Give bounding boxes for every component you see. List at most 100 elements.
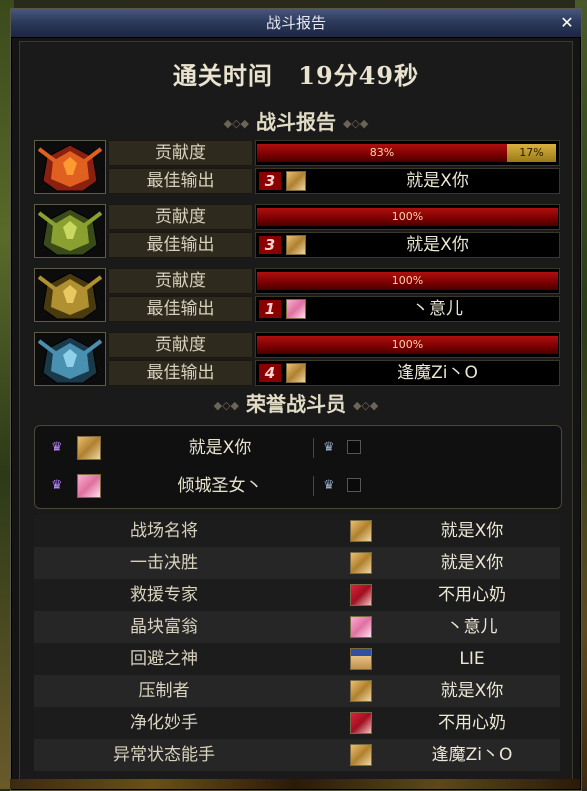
battle-report-heading: ◆◇◆ 战斗报告 ◆◇◆ bbox=[20, 106, 572, 134]
blonde-face-icon bbox=[350, 744, 372, 766]
crown-purple-icon: ♛ bbox=[51, 440, 63, 455]
diamond-icon: ◆◇◆ bbox=[223, 117, 250, 130]
award-title: 晶块富翁 bbox=[130, 617, 198, 637]
best-output-player: 逢魔Zi丶O bbox=[397, 363, 478, 383]
contribution-bar: 100% bbox=[257, 272, 558, 290]
pink-hair-face-icon bbox=[350, 616, 372, 638]
green-boss-icon bbox=[34, 204, 106, 258]
award-title: 救援专家 bbox=[130, 585, 198, 605]
diamond-icon: ◆◇◆ bbox=[352, 399, 379, 412]
rank-badge: 3 bbox=[259, 172, 281, 190]
blonde-face-icon bbox=[77, 436, 101, 460]
pink-hair-face-icon bbox=[286, 299, 306, 319]
best-output-player: 就是X你 bbox=[406, 171, 469, 191]
boss-report-row: 贡献度 100% 最佳输出 3 就是X你 bbox=[34, 204, 560, 258]
best-output-player: 丶意儿 bbox=[412, 299, 463, 319]
battle-report-window: 战斗报告 ✕ 通关时间 19分49秒 ◆◇◆ 战斗报告 ◆◇◆ 贡献度 83% 1… bbox=[10, 8, 582, 791]
contribution-bar: 100% bbox=[257, 336, 558, 354]
best-output-box: 3 就是X你 bbox=[255, 232, 560, 258]
best-output-label: 最佳输出 bbox=[108, 360, 253, 386]
close-icon[interactable]: ✕ bbox=[557, 13, 577, 33]
honor-panel: ♛ 就是X你 ♛ ♛ 倾城圣女丶 ♛ bbox=[34, 425, 562, 509]
boss-report-row: 贡献度 83% 17% 最佳输出 3 就是X你 bbox=[34, 140, 560, 194]
contribution-label: 贡献度 bbox=[108, 332, 253, 358]
contribution-bar-track: 100% bbox=[255, 268, 560, 294]
award-title: 一击决胜 bbox=[130, 553, 198, 573]
award-row: 晶块富翁 丶意儿 bbox=[34, 611, 560, 643]
award-player: 就是X你 bbox=[440, 521, 504, 541]
award-player: 就是X你 bbox=[440, 681, 504, 701]
blue-boss-icon bbox=[34, 332, 106, 386]
award-player: 就是X你 bbox=[440, 553, 504, 573]
diamond-icon: ◆◇◆ bbox=[342, 117, 369, 130]
blonde-face-icon bbox=[286, 171, 306, 191]
best-output-label: 最佳输出 bbox=[108, 296, 253, 322]
honor-heading-text: 荣誉战斗员 bbox=[246, 392, 346, 416]
contribution-bar: 83% bbox=[257, 144, 507, 162]
award-row: 战场名将 就是X你 bbox=[34, 515, 560, 547]
award-title: 压制者 bbox=[138, 681, 190, 701]
contribution-label: 贡献度 bbox=[108, 268, 253, 294]
contribution-bar-track: 100% bbox=[255, 204, 560, 230]
clear-time-label: 通关时间 bbox=[172, 61, 273, 90]
crown-purple-icon: ♛ bbox=[51, 478, 63, 493]
honor-heading: ◆◇◆ 荣誉战斗员 ◆◇◆ bbox=[20, 388, 572, 416]
contribution-bar-secondary: 17% bbox=[507, 144, 556, 162]
award-row: 一击决胜 就是X你 bbox=[34, 547, 560, 579]
best-output-box: 4 逢魔Zi丶O bbox=[255, 360, 560, 386]
blonde-face-icon bbox=[286, 235, 306, 255]
award-title: 异常状态能手 bbox=[113, 745, 215, 765]
clear-time-value: 19分49秒 bbox=[298, 61, 420, 90]
award-title: 战场名将 bbox=[130, 521, 198, 541]
red-hair-face-icon bbox=[350, 584, 372, 606]
vote-checkbox[interactable] bbox=[347, 478, 361, 492]
red-hair-face-icon bbox=[350, 712, 372, 734]
award-row: 救援专家 不用心奶 bbox=[34, 579, 560, 611]
best-output-box: 1 丶意儿 bbox=[255, 296, 560, 322]
honor-row: ♛ 倾城圣女丶 ♛ bbox=[35, 468, 561, 504]
contribution-label: 贡献度 bbox=[108, 140, 253, 166]
boss-report-row: 贡献度 100% 最佳输出 4 逢魔Zi丶O bbox=[34, 332, 560, 386]
blue-headband-face-icon bbox=[350, 648, 372, 670]
vote-checkbox[interactable] bbox=[347, 440, 361, 454]
award-row: 异常状态能手 逢魔Zi丶O bbox=[34, 739, 560, 771]
award-player: 丶意儿 bbox=[446, 617, 498, 637]
award-player: 逢魔Zi丶O bbox=[431, 745, 513, 765]
boss-report-row: 贡献度 100% 最佳输出 1 丶意儿 bbox=[34, 268, 560, 322]
gold-boss-icon bbox=[34, 268, 106, 322]
award-title: 净化妙手 bbox=[130, 713, 198, 733]
clear-time-row: 通关时间 19分49秒 bbox=[20, 56, 572, 94]
blonde-face-icon bbox=[350, 552, 372, 574]
window-titlebar[interactable]: 战斗报告 ✕ bbox=[11, 9, 581, 38]
crown-blue-icon: ♛ bbox=[323, 478, 335, 493]
award-row: 压制者 就是X你 bbox=[34, 675, 560, 707]
red-boss-icon bbox=[34, 140, 106, 194]
crown-blue-icon: ♛ bbox=[323, 440, 335, 455]
report-panel: 通关时间 19分49秒 ◆◇◆ 战斗报告 ◆◇◆ 贡献度 83% 17% 最佳输出… bbox=[19, 41, 573, 788]
best-output-label: 最佳输出 bbox=[108, 168, 253, 194]
divider bbox=[313, 438, 314, 458]
honor-player-name: 就是X你 bbox=[188, 438, 252, 458]
contribution-label: 贡献度 bbox=[108, 204, 253, 230]
rank-badge: 4 bbox=[259, 364, 281, 382]
honor-row: ♛ 就是X你 ♛ bbox=[35, 430, 561, 466]
diamond-icon: ◆◇◆ bbox=[213, 399, 240, 412]
contribution-bar: 100% bbox=[257, 208, 558, 226]
battle-report-heading-text: 战斗报告 bbox=[256, 110, 336, 134]
award-player: 不用心奶 bbox=[438, 713, 506, 733]
award-row: 净化妙手 不用心奶 bbox=[34, 707, 560, 739]
background-bottom bbox=[10, 779, 580, 789]
blonde-face-icon bbox=[286, 363, 306, 383]
blonde-face-icon bbox=[350, 680, 372, 702]
divider bbox=[313, 476, 314, 496]
award-player: 不用心奶 bbox=[438, 585, 506, 605]
best-output-label: 最佳输出 bbox=[108, 232, 253, 258]
rank-badge: 3 bbox=[259, 236, 281, 254]
best-output-box: 3 就是X你 bbox=[255, 168, 560, 194]
award-title: 回避之神 bbox=[130, 649, 198, 669]
contribution-bar-track: 83% 17% bbox=[255, 140, 560, 166]
best-output-player: 就是X你 bbox=[406, 235, 469, 255]
award-list: 战场名将 就是X你 一击决胜 就是X你 救援专家 不用心奶 晶块富翁 丶意儿 回… bbox=[34, 515, 560, 771]
honor-player-name: 倾城圣女丶 bbox=[177, 476, 263, 496]
rank-badge: 1 bbox=[259, 300, 281, 318]
